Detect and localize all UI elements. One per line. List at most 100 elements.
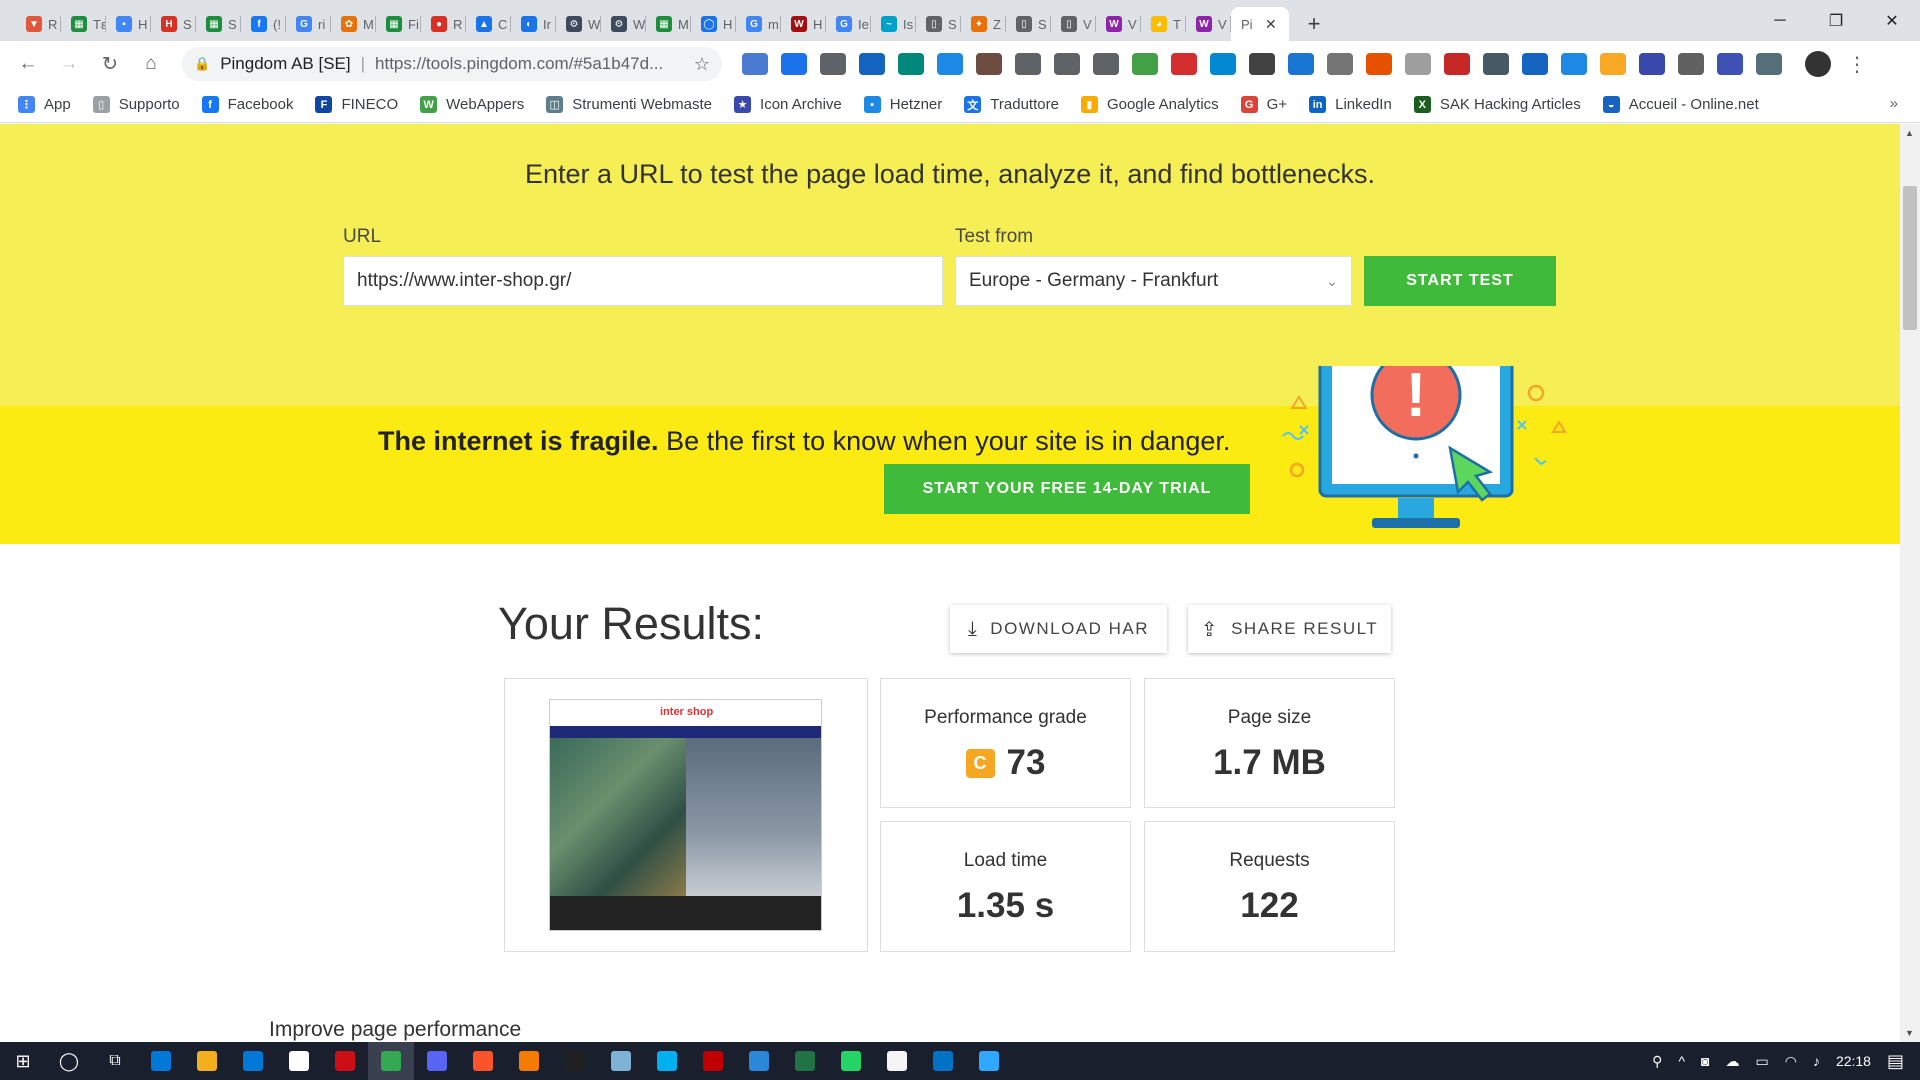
- extension-icon[interactable]: [1756, 53, 1782, 75]
- lock-icon[interactable]: 🔒: [194, 56, 210, 72]
- extension-icon[interactable]: [976, 53, 1002, 75]
- browser-tab[interactable]: ● R: [421, 7, 466, 41]
- minimize-button[interactable]: ─: [1752, 0, 1808, 41]
- browser-tab[interactable]: WH: [781, 7, 826, 41]
- taskbar-app[interactable]: [138, 1042, 184, 1080]
- extension-icon[interactable]: [1678, 53, 1704, 75]
- extension-icon[interactable]: [1210, 53, 1236, 75]
- address-bar[interactable]: 🔒 Pingdom AB [SE] | https://tools.pingdo…: [182, 47, 722, 81]
- taskbar-app[interactable]: [736, 1042, 782, 1080]
- tray-icon[interactable]: ◙: [1701, 1053, 1709, 1069]
- bookmark-item[interactable]: in LinkedIn: [1309, 96, 1392, 113]
- test-location-select[interactable]: Europe - Germany - Frankfurt ⌄: [955, 256, 1352, 306]
- task-view-button[interactable]: ⧉: [92, 1042, 138, 1080]
- reload-button[interactable]: ↻: [94, 48, 126, 80]
- bookmark-item[interactable]: ◒ Accueil - Online.net: [1602, 96, 1759, 113]
- browser-tab[interactable]: HS: [151, 7, 196, 41]
- browser-tab[interactable]: ✿ M: [331, 7, 376, 41]
- home-button[interactable]: ⌂: [135, 48, 167, 80]
- extension-icon[interactable]: [742, 53, 768, 75]
- browser-tab[interactable]: ▲ C: [466, 7, 511, 41]
- bookmark-item[interactable]: X SAK Hacking Articles: [1413, 96, 1581, 113]
- taskbar-app[interactable]: [598, 1042, 644, 1080]
- taskbar-app[interactable]: [552, 1042, 598, 1080]
- profile-avatar[interactable]: [1805, 51, 1831, 77]
- browser-tab[interactable]: G Ie: [826, 7, 871, 41]
- start-button[interactable]: ⊞: [0, 1042, 46, 1080]
- browser-tab[interactable]: ▪ H: [106, 7, 151, 41]
- bookmark-item[interactable]: ◫ Strumenti Webmaste: [546, 96, 712, 113]
- active-browser-tab[interactable]: Pi ✕: [1231, 7, 1289, 41]
- extension-icon[interactable]: [1600, 53, 1626, 75]
- browser-tab[interactable]: ⚙ W: [601, 7, 646, 41]
- taskbar-app[interactable]: [828, 1042, 874, 1080]
- bookmark-item[interactable]: G G+: [1240, 96, 1287, 113]
- browser-tab[interactable]: ▦ S: [196, 7, 241, 41]
- extension-icon[interactable]: [1093, 53, 1119, 75]
- tray-icon[interactable]: ◠: [1785, 1053, 1797, 1070]
- extension-icon[interactable]: [1483, 53, 1509, 75]
- browser-tab[interactable]: Gri: [286, 7, 331, 41]
- extension-icon[interactable]: [1717, 53, 1743, 75]
- taskbar-app[interactable]: [874, 1042, 920, 1080]
- maximize-button[interactable]: ❐: [1808, 0, 1864, 41]
- close-window-button[interactable]: ✕: [1864, 0, 1920, 41]
- browser-tab[interactable]: ▯ S: [1006, 7, 1051, 41]
- tray-icon[interactable]: ^: [1678, 1053, 1685, 1069]
- scroll-down-icon[interactable]: ▼: [1905, 1028, 1914, 1038]
- bookmark-item[interactable]: ▪ Hetzner: [863, 96, 942, 113]
- extension-icon[interactable]: [1522, 53, 1548, 75]
- taskbar-app[interactable]: [782, 1042, 828, 1080]
- tray-icon[interactable]: ⚲: [1652, 1053, 1662, 1070]
- bookmark-item[interactable]: f Facebook: [201, 96, 293, 113]
- extension-icon[interactable]: [1405, 53, 1431, 75]
- extension-icon[interactable]: [1561, 53, 1587, 75]
- taskbar-app[interactable]: [414, 1042, 460, 1080]
- extension-icon[interactable]: [1366, 53, 1392, 75]
- extension-icon[interactable]: [820, 53, 846, 75]
- extension-icon[interactable]: [1171, 53, 1197, 75]
- url-input[interactable]: [343, 256, 943, 306]
- extension-icon[interactable]: [1444, 53, 1470, 75]
- share-result-button[interactable]: ⇪ SHARE RESULT: [1188, 605, 1391, 653]
- download-har-button[interactable]: ⤓ DOWNLOAD HAR: [950, 605, 1167, 653]
- extension-icon[interactable]: [937, 53, 963, 75]
- browser-tab[interactable]: ~ Is: [871, 7, 916, 41]
- browser-tab[interactable]: ⚙ W: [556, 7, 601, 41]
- taskbar-app[interactable]: [184, 1042, 230, 1080]
- browser-tab[interactable]: WV: [1186, 7, 1231, 41]
- bookmark-item[interactable]: ▯ Supporto: [92, 96, 180, 113]
- browser-tab[interactable]: ▦ M: [646, 7, 691, 41]
- back-button[interactable]: ←: [12, 48, 44, 80]
- bookmark-item[interactable]: W WebAppers: [420, 96, 524, 113]
- taskbar-app[interactable]: [506, 1042, 552, 1080]
- taskbar-app[interactable]: [322, 1042, 368, 1080]
- tray-icon[interactable]: ▭: [1755, 1053, 1768, 1070]
- start-trial-button[interactable]: START YOUR FREE 14-DAY TRIAL: [884, 464, 1250, 514]
- taskbar-app[interactable]: [276, 1042, 322, 1080]
- browser-tab[interactable]: WV: [1096, 7, 1141, 41]
- bookmark-item[interactable]: 文 Traduttore: [964, 96, 1059, 113]
- notification-center-icon[interactable]: ▤: [1887, 1051, 1904, 1072]
- browser-tab[interactable]: ▦ Tε: [61, 7, 106, 41]
- taskbar-app[interactable]: [460, 1042, 506, 1080]
- browser-tab[interactable]: ◕ T: [1141, 7, 1186, 41]
- scroll-up-icon[interactable]: ▲: [1905, 128, 1914, 138]
- extension-icon[interactable]: [898, 53, 924, 75]
- tray-icon[interactable]: ☁: [1725, 1053, 1739, 1070]
- extension-icon[interactable]: [1015, 53, 1041, 75]
- browser-tab[interactable]: ✦ Z: [961, 7, 1006, 41]
- new-tab-button[interactable]: +: [1297, 7, 1331, 41]
- bookmarks-overflow-icon[interactable]: »: [1890, 95, 1898, 112]
- browser-tab[interactable]: Gm: [736, 7, 781, 41]
- tray-icon[interactable]: ♪: [1813, 1053, 1820, 1069]
- taskbar-app[interactable]: [690, 1042, 736, 1080]
- chrome-menu-icon[interactable]: ⋮: [1847, 52, 1867, 77]
- extension-icon[interactable]: [1132, 53, 1158, 75]
- url-text[interactable]: https://tools.pingdom.com/#5a1b47d...: [375, 54, 694, 74]
- browser-tab[interactable]: ▯ V: [1051, 7, 1096, 41]
- start-test-button[interactable]: START TEST: [1364, 256, 1556, 306]
- browser-tab[interactable]: ▯ S: [916, 7, 961, 41]
- browser-tab[interactable]: ▦ Fi: [376, 7, 421, 41]
- scrollbar-thumb[interactable]: [1903, 186, 1917, 330]
